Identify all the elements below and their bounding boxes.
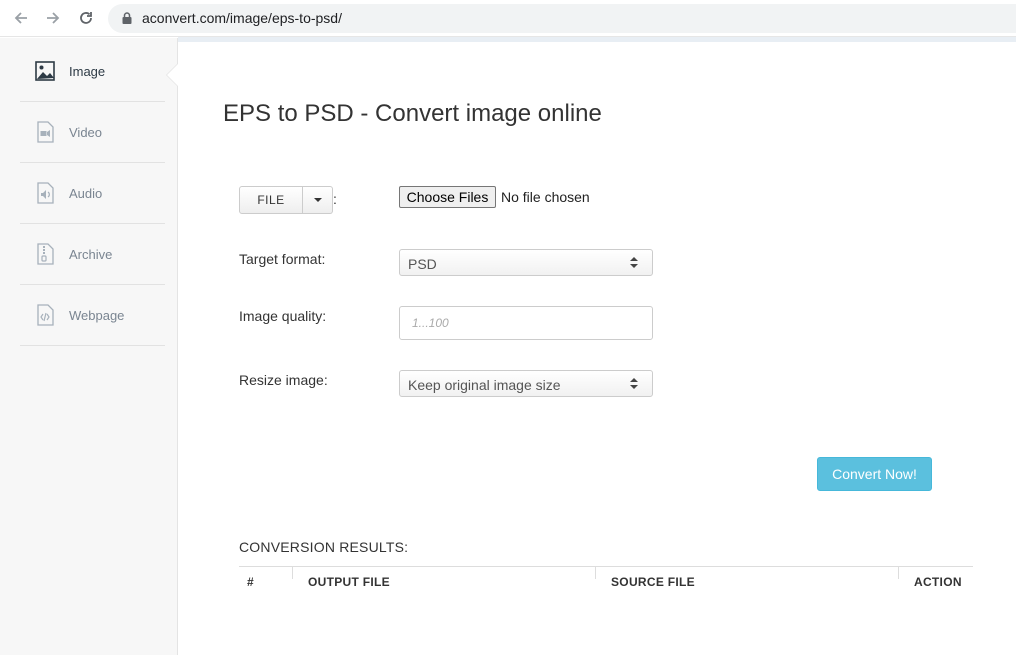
sidebar-item-audio[interactable]: Audio	[20, 163, 165, 224]
column-header-source-file: SOURCE FILE	[611, 575, 695, 589]
active-indicator	[167, 64, 178, 86]
target-format-label: Target format:	[239, 251, 326, 267]
results-table-header: # OUTPUT FILE SOURCE FILE ACTION	[239, 566, 973, 596]
archive-icon	[37, 243, 54, 265]
video-icon	[37, 121, 54, 143]
image-icon	[35, 61, 55, 81]
resize-image-label: Resize image:	[239, 372, 328, 388]
target-format-select[interactable]: PSD	[399, 249, 653, 276]
url-text: aconvert.com/image/eps-to-psd/	[142, 10, 342, 26]
column-header-output-file: OUTPUT FILE	[308, 575, 390, 589]
sidebar-item-label: Video	[69, 124, 103, 140]
sidebar-item-webpage[interactable]: Webpage	[20, 285, 165, 346]
sidebar-item-archive[interactable]: Archive	[20, 224, 165, 285]
conversion-results-title: CONVERSION RESULTS:	[239, 539, 409, 555]
convert-now-button[interactable]: Convert Now!	[817, 457, 932, 491]
sidebar-item-label: Image	[69, 63, 106, 79]
file-source-button[interactable]: FILE	[239, 186, 303, 214]
page-title: EPS to PSD - Convert image online	[223, 100, 602, 127]
column-header-action: ACTION	[914, 575, 962, 589]
file-label-colon: :	[333, 191, 337, 207]
webpage-icon	[37, 304, 54, 326]
reload-icon[interactable]	[76, 8, 96, 28]
sidebar-item-video[interactable]: Video	[20, 102, 165, 163]
image-quality-label: Image quality:	[239, 308, 327, 324]
sidebar-item-label: Audio	[69, 185, 103, 201]
target-format-value: PSD	[408, 256, 437, 272]
select-arrows-icon	[630, 378, 638, 390]
choose-files-button[interactable]: Choose Files	[399, 186, 496, 208]
caret-down-icon	[313, 198, 322, 202]
file-source-button-group: FILE	[239, 186, 333, 214]
sidebar-item-image[interactable]: Image	[20, 41, 165, 102]
address-bar[interactable]: aconvert.com/image/eps-to-psd/	[108, 4, 1016, 33]
lock-icon	[122, 12, 132, 24]
resize-image-select[interactable]: Keep original image size	[399, 370, 653, 397]
select-arrows-icon	[630, 257, 638, 269]
resize-image-value: Keep original image size	[408, 377, 561, 393]
forward-arrow-icon[interactable]	[43, 8, 63, 28]
sidebar: Image Video Audio Archive Webpage	[0, 38, 178, 655]
content-top-border	[178, 37, 1016, 42]
file-source-dropdown[interactable]	[303, 186, 333, 214]
sidebar-item-label: Archive	[69, 246, 113, 262]
image-quality-input[interactable]	[399, 306, 653, 340]
column-header-number: #	[247, 575, 254, 589]
browser-toolbar: aconvert.com/image/eps-to-psd/	[0, 0, 1016, 37]
sidebar-item-label: Webpage	[69, 307, 125, 323]
audio-icon	[37, 182, 54, 204]
file-status-text: No file chosen	[501, 189, 590, 205]
back-arrow-icon[interactable]	[11, 8, 31, 28]
